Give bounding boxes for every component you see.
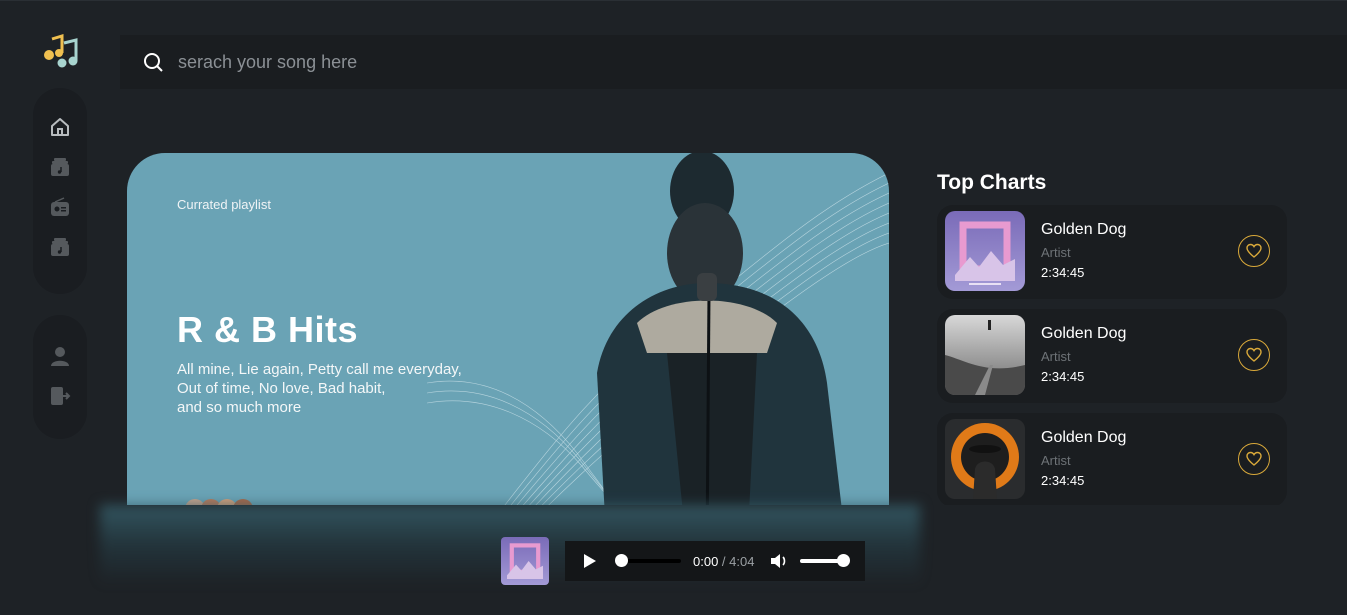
play-icon[interactable] <box>583 553 597 569</box>
user-icon <box>51 347 69 366</box>
heart-icon <box>1246 347 1262 362</box>
search-icon <box>144 53 163 72</box>
time-display: 0:00 / 4:04 <box>693 554 754 569</box>
like-button[interactable] <box>1238 339 1270 371</box>
sidebar-item-profile[interactable] <box>49 345 71 367</box>
home-icon <box>51 118 69 136</box>
volume-icon[interactable] <box>770 553 788 569</box>
sidebar-item-library[interactable] <box>49 156 71 178</box>
song-duration: 2:34:45 <box>1041 265 1085 280</box>
sidebar-item-radio[interactable] <box>49 196 71 218</box>
sidebar-item-home[interactable] <box>49 116 71 138</box>
now-playing-art <box>501 537 549 585</box>
song-artist: Artist <box>1041 453 1071 468</box>
volume-handle[interactable] <box>837 554 851 567</box>
chart-item[interactable]: Golden Dog Artist 2:34:45 <box>937 205 1287 299</box>
time-separator: / <box>718 553 730 569</box>
song-title: Golden Dog <box>1041 221 1127 238</box>
music-library-icon <box>51 158 69 176</box>
radio-icon <box>51 197 69 216</box>
playlist-description: All mine, Lie again, Petty call me every… <box>177 360 507 417</box>
like-button[interactable] <box>1238 235 1270 267</box>
app-logo <box>42 33 78 69</box>
song-duration: 2:34:45 <box>1041 473 1085 488</box>
search-bar <box>120 35 1347 89</box>
top-charts-heading: Top Charts <box>937 171 1047 194</box>
music-notes-icon <box>44 33 78 68</box>
search-input[interactable] <box>178 51 778 73</box>
album-art <box>945 211 1025 291</box>
like-button[interactable] <box>1238 443 1270 475</box>
song-artist: Artist <box>1041 349 1071 364</box>
sidebar-item-library-2[interactable] <box>49 236 71 258</box>
heart-icon <box>1246 451 1262 466</box>
song-artist: Artist <box>1041 245 1071 260</box>
current-time: 0:00 <box>693 553 719 569</box>
sidebar-account-nav <box>33 315 87 439</box>
chart-item[interactable]: Golden Dog Artist 2:34:45 <box>937 413 1287 507</box>
music-library-icon <box>51 238 69 256</box>
volume-slider[interactable] <box>800 554 851 567</box>
album-art <box>945 419 1025 499</box>
description-line: All mine, Lie again, Petty call me every… <box>177 361 462 378</box>
playlist-label: Currated playlist <box>177 197 271 212</box>
album-art <box>945 315 1025 395</box>
seek-handle[interactable] <box>615 554 628 567</box>
song-duration: 2:34:45 <box>1041 369 1085 384</box>
heart-icon <box>1246 243 1262 258</box>
description-line: Out of time, No love, Bad habit, <box>177 380 386 397</box>
description-line: and so much more <box>177 399 302 416</box>
artist-photo <box>597 153 847 553</box>
seek-slider[interactable] <box>615 554 681 567</box>
sidebar-main-nav <box>33 88 87 294</box>
sidebar-item-logout[interactable] <box>49 385 71 407</box>
audio-player: 0:00 / 4:04 <box>565 541 865 581</box>
song-title: Golden Dog <box>1041 325 1127 342</box>
chart-item[interactable]: Golden Dog Artist 2:34:45 <box>937 309 1287 403</box>
song-title: Golden Dog <box>1041 429 1127 446</box>
total-time: 4:04 <box>729 553 755 569</box>
featured-playlist-banner[interactable]: Currated playlist R & B Hits All mine, L… <box>127 153 889 553</box>
logout-icon <box>51 387 71 405</box>
playlist-title: R & B Hits <box>177 309 359 350</box>
